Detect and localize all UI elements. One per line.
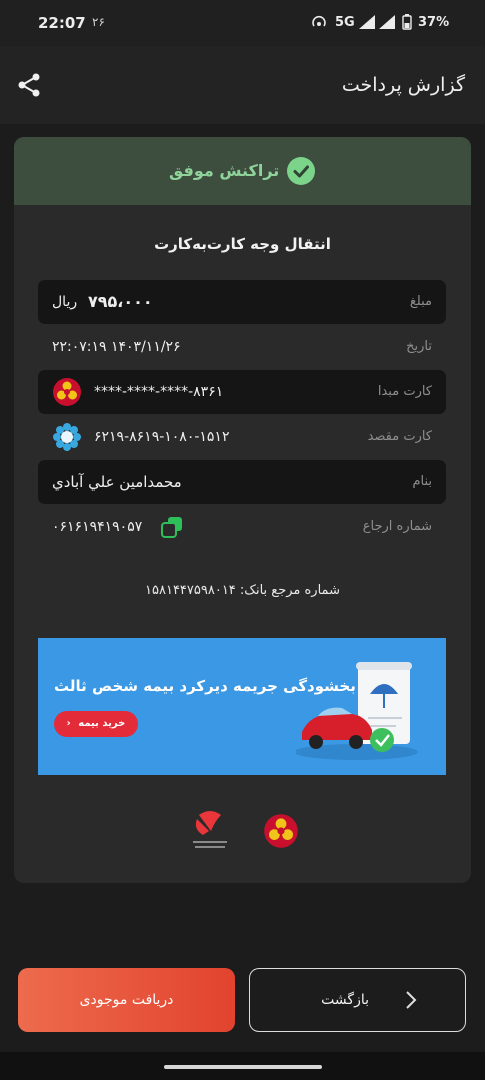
- amount-unit: ریال: [52, 294, 78, 310]
- chevron-left-icon: ‹: [66, 718, 71, 729]
- car-insurance-illustration: [296, 662, 418, 760]
- date-label: تاریخ: [406, 339, 432, 354]
- reference-label: شماره ارجاع: [362, 519, 432, 534]
- date-row: تاریخ ۲۲:۰۷:۱۹ ۱۴۰۳/۱۱/۲۶: [38, 325, 446, 369]
- amount-row: مبلغ ۷۹۵،۰۰۰ ریال: [38, 280, 446, 324]
- signal-icon-2: [379, 15, 395, 29]
- bank-reference: شماره مرجع بانک: ۱۵۸۱۴۴۷۵۹۸۰۱۴: [145, 583, 340, 598]
- signal-icon: [359, 15, 375, 29]
- buy-insurance-label: خرید بیمه: [78, 718, 126, 729]
- name-label: بنام: [412, 474, 432, 489]
- dest-card-number: ۶۲۱۹-۸۶۱۹-۱۰۸۰-۱۵۱۲: [94, 429, 230, 445]
- check-icon: [287, 157, 315, 185]
- reference-row: شماره ارجاع ۰۶۱۶۱۹۴۱۹۰۵۷: [38, 505, 446, 549]
- share-icon[interactable]: [16, 72, 42, 98]
- reference-number: ۰۶۱۶۱۹۴۱۹۰۵۷: [52, 519, 143, 535]
- recipient-name: محمدامين علي آبادي: [52, 473, 182, 491]
- app-header: گزارش پرداخت: [0, 46, 485, 124]
- insurance-banner[interactable]: بخشودگی جریمه دیرکرد بیمه شخص ثالث خرید …: [38, 638, 446, 775]
- source-card-number: ****-****-****-۸۳۶۱: [94, 384, 224, 400]
- amount-value: ۷۹۵،۰۰۰: [88, 292, 153, 311]
- copy-icon[interactable]: [160, 515, 184, 539]
- receipt-card: تراکنش موفق انتقال وجه کارت‌به‌کارت مبلغ…: [14, 137, 471, 883]
- bank-mellat-logo: [53, 378, 81, 406]
- network-type: 5G: [335, 15, 355, 30]
- transaction-type: انتقال وجه کارت‌به‌کارت: [154, 235, 331, 253]
- battery-percent: 37%: [418, 15, 450, 30]
- success-banner: تراکنش موفق: [14, 137, 471, 205]
- back-label: بازگشت: [321, 992, 369, 1008]
- battery-icon: [402, 14, 412, 30]
- hotspot-icon: [312, 15, 326, 27]
- transaction-status: تراکنش موفق: [169, 161, 280, 180]
- status-time: 22:07: [38, 14, 86, 32]
- get-balance-button[interactable]: دریافت موجودی: [18, 968, 235, 1032]
- status-date: ۲۶: [92, 15, 105, 29]
- source-card-row: کارت مبدا ****-****-****-۸۳۶۱: [38, 370, 446, 414]
- amount-label: مبلغ: [409, 294, 432, 309]
- chevron-right-icon: [406, 991, 417, 1009]
- buy-insurance-button[interactable]: خرید بیمه ‹: [54, 711, 138, 737]
- date-value: ۲۲:۰۷:۱۹ ۱۴۰۳/۱۱/۲۶: [52, 339, 181, 355]
- source-card-label: کارت مبدا: [377, 384, 432, 399]
- app-logo: [193, 811, 227, 848]
- back-button[interactable]: بازگشت: [249, 968, 466, 1032]
- status-bar: 22:07 ۲۶ 5G 37%: [0, 0, 485, 46]
- dest-card-row: کارت مقصد ۶۲۱۹-۸۶۱۹-۱۰۸۰-۱۵۱۲: [38, 415, 446, 459]
- bank-saman-logo: [53, 423, 81, 451]
- name-row: بنام محمدامين علي آبادي: [38, 460, 446, 504]
- bank-mellat-logo-footer: [264, 814, 298, 848]
- dest-card-label: کارت مقصد: [367, 429, 432, 444]
- home-gesture-bar[interactable]: [164, 1065, 322, 1069]
- page-title: گزارش پرداخت: [341, 74, 465, 96]
